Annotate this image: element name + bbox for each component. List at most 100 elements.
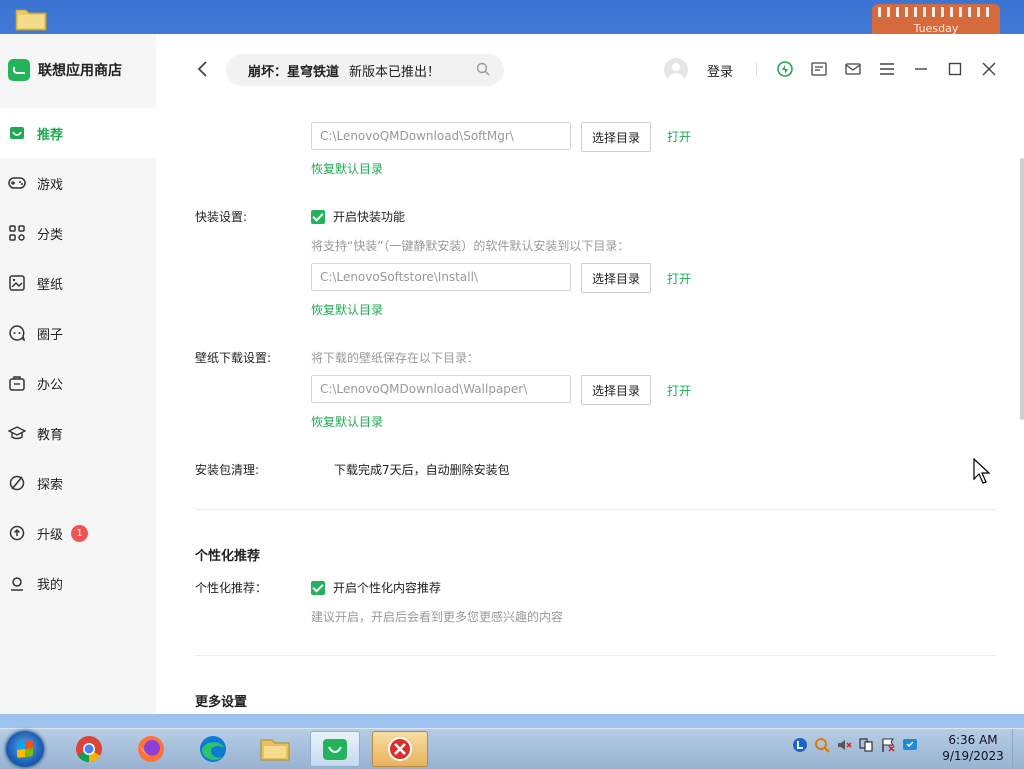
divider — [195, 655, 996, 656]
calendar-gadget: Tuesday — [872, 4, 1000, 34]
briefcase-icon — [8, 374, 26, 392]
checkbox-label: 开启快装功能 — [333, 210, 406, 224]
volume-muted-icon[interactable] — [836, 737, 852, 753]
personalization-label: 个性化推荐： — [195, 581, 268, 595]
lenovo-tray-icon[interactable] — [792, 737, 808, 753]
quick-install-choose-folder-button[interactable]: 选择目录 — [581, 263, 651, 293]
sidebar-item-label: 游戏 — [37, 177, 64, 193]
sidebar-item-community[interactable]: 圈子 — [0, 308, 156, 358]
search-query-subtitle: 新版本已推出！ — [349, 64, 441, 80]
wallpaper-open-link[interactable]: 打开 — [667, 382, 691, 399]
wallpaper-label: 壁纸下载设置: — [195, 351, 272, 365]
speed-boost-icon[interactable] — [776, 60, 794, 78]
sidebar-item-upgrade[interactable]: 升级 1 — [0, 508, 156, 558]
taskbar-clock[interactable]: 6:36 AM 9/19/2023 — [938, 732, 1008, 764]
back-arrow-icon[interactable] — [196, 60, 210, 80]
checkbox-label: 开启个性化内容推荐 — [333, 581, 442, 595]
file-explorer-icon[interactable] — [250, 731, 300, 767]
sidebar-item-office[interactable]: 办公 — [0, 358, 156, 408]
chrome-icon[interactable] — [64, 731, 114, 767]
cleanup-label: 安装包清理: — [195, 463, 260, 477]
graduation-cap-icon — [8, 424, 26, 442]
gamepad-icon — [8, 174, 26, 192]
personalization-checkbox[interactable]: 开启个性化内容推荐 — [311, 579, 441, 596]
sidebar-item-label: 我的 — [37, 577, 64, 593]
sidebar: 联想应用商店 推荐 游戏 分类 壁纸 圈子 办公 教育 探索 升级 1 我的 — [0, 34, 156, 714]
scrollbar[interactable] — [1020, 158, 1024, 420]
quick-install-restore-default-link[interactable]: 恢复默认目录 — [311, 301, 383, 318]
taskbar: 6:36 AM 9/19/2023 — [0, 728, 1024, 769]
quick-install-path-input[interactable]: C:\LenovoSoftstore\Install\ — [311, 263, 571, 291]
download-restore-default-link[interactable]: 恢复默认目录 — [311, 160, 383, 177]
search-icon[interactable] — [476, 62, 490, 76]
calendar-rings — [878, 7, 994, 17]
app-window: 联想应用商店 推荐 游戏 分类 壁纸 圈子 办公 教育 探索 升级 1 我的 崩… — [0, 34, 1024, 714]
sidebar-item-category[interactable]: 分类 — [0, 208, 156, 258]
show-desktop-button[interactable] — [1012, 729, 1024, 769]
sidebar-item-mine[interactable]: 我的 — [0, 558, 156, 608]
download-open-link[interactable]: 打开 — [667, 128, 691, 145]
wallpaper-choose-folder-button[interactable]: 选择目录 — [581, 375, 651, 405]
mail-icon[interactable] — [844, 60, 862, 78]
brand: 联想应用商店 — [8, 58, 122, 82]
community-icon — [8, 324, 26, 342]
avatar[interactable] — [664, 58, 688, 82]
quick-install-open-link[interactable]: 打开 — [667, 270, 691, 287]
search-query-title: 崩坏：星穹铁道 — [248, 64, 340, 80]
sidebar-item-games[interactable]: 游戏 — [0, 158, 156, 208]
quick-install-label: 快装设置: — [195, 210, 248, 224]
lenovo-store-logo-icon — [8, 59, 30, 81]
edge-icon[interactable] — [188, 731, 238, 767]
checkbox-checked-icon — [311, 209, 325, 224]
lenovo-store-icon[interactable] — [310, 731, 360, 767]
sidebar-item-label: 探索 — [37, 477, 64, 493]
maximize-icon[interactable] — [946, 60, 964, 78]
user-icon — [8, 574, 26, 592]
sidebar-item-education[interactable]: 教育 — [0, 408, 156, 458]
message-icon[interactable] — [810, 60, 828, 78]
wallpaper-path-input[interactable]: C:\LenovoQMDownload\Wallpaper\ — [311, 375, 571, 403]
sidebar-item-label: 壁纸 — [37, 277, 64, 293]
minimize-icon[interactable] — [912, 60, 930, 78]
sidebar-item-label: 推荐 — [37, 127, 64, 143]
mouse-cursor-icon — [973, 457, 991, 484]
divider — [756, 62, 757, 76]
more-settings-section-title: 更多设置 — [195, 695, 248, 710]
category-icon — [8, 224, 26, 242]
wallpaper-icon — [8, 274, 26, 292]
sidebar-item-wallpaper[interactable]: 壁纸 — [0, 258, 156, 308]
sidebar-item-label: 升级 — [37, 527, 64, 543]
quick-install-checkbox[interactable]: 开启快装功能 — [311, 208, 405, 225]
network-icon[interactable] — [858, 737, 874, 753]
top-bar: 崩坏：星穹铁道 新版本已推出！ 登录 — [156, 34, 1024, 106]
action-center-flag-icon[interactable] — [880, 737, 896, 753]
display-tray-icon[interactable] — [902, 737, 918, 753]
start-button[interactable] — [6, 731, 44, 767]
system-tray — [792, 737, 918, 753]
sidebar-item-recommend[interactable]: 推荐 — [0, 108, 156, 158]
upgrade-icon — [8, 524, 26, 542]
sidebar-nav: 推荐 游戏 分类 壁纸 圈子 办公 教育 探索 升级 1 我的 — [0, 108, 156, 608]
sidebar-item-label: 圈子 — [37, 327, 64, 343]
cleanup-value[interactable]: 下载完成7天后，自动删除安装包 — [334, 461, 510, 478]
settings-content: C:\LenovoQMDownload\SoftMgr\ 选择目录 打开 恢复默… — [156, 106, 1024, 714]
sidebar-item-explore[interactable]: 探索 — [0, 458, 156, 508]
sidebar-item-label: 教育 — [37, 427, 64, 443]
firefox-icon[interactable] — [126, 731, 176, 767]
download-choose-folder-button[interactable]: 选择目录 — [581, 122, 651, 152]
search-tray-icon[interactable] — [814, 737, 830, 753]
search-bar[interactable]: 崩坏：星穹铁道 新版本已推出！ — [226, 54, 504, 86]
divider — [195, 509, 996, 510]
wallpaper-restore-default-link[interactable]: 恢复默认目录 — [311, 413, 383, 430]
checkbox-checked-icon — [311, 580, 325, 595]
clock-time: 6:36 AM — [948, 733, 998, 747]
menu-icon[interactable] — [878, 60, 896, 78]
download-path-input[interactable]: C:\LenovoQMDownload\SoftMgr\ — [311, 122, 571, 150]
folder-icon[interactable] — [14, 6, 48, 32]
recommend-icon — [8, 124, 26, 142]
login-link[interactable]: 登录 — [707, 61, 733, 80]
error-icon[interactable] — [372, 731, 428, 767]
calendar-day: Tuesday — [913, 22, 959, 34]
close-icon[interactable] — [980, 60, 998, 78]
wallpaper-hint: 将下载的壁纸保存在以下目录： — [311, 351, 480, 365]
